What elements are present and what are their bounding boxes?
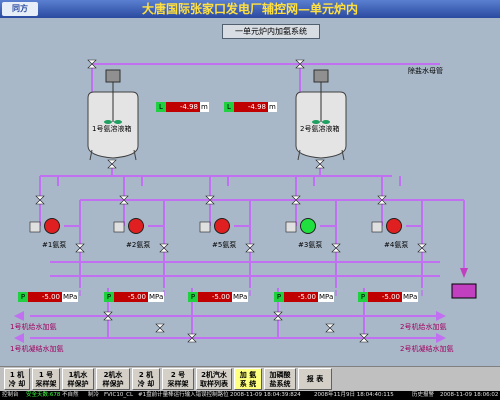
nav-label-line2: 冷 却	[137, 380, 155, 388]
nav-label-line2: 采样架	[167, 380, 189, 388]
nav-label-line1: 加磷酸	[269, 371, 291, 379]
tank-1-level: L -4.98 m	[156, 102, 209, 112]
nav-label-line1: 2 号	[170, 371, 186, 379]
status-tag: FVIC10_CL	[104, 392, 134, 398]
nav-label-line1: 1 机	[9, 371, 25, 379]
status-alarm-text: #1盘前计量棒运行输入错误控制路位	[138, 392, 229, 398]
outlet-unit2-feedwater: 2号机给水加氨	[400, 323, 447, 331]
nav-unit2-sample-protect[interactable]: 2机水 样保护	[96, 368, 130, 390]
nav-label-line1: 加 氨	[239, 371, 257, 379]
status-console: 控制台	[2, 392, 19, 398]
nav-label-line2: 采样架	[35, 380, 57, 388]
nav-label-line1: 报 表	[306, 375, 324, 383]
pressure-unit: MPa	[318, 292, 335, 302]
level-prefix: L	[156, 102, 166, 112]
pressure-4: P -5.00 MPa	[274, 292, 335, 302]
tank-1-label: 1号氨溶液箱	[92, 125, 132, 133]
nav-report[interactable]: 报 表	[298, 368, 332, 390]
nav-label-line2: 样保护	[67, 380, 89, 388]
nav-label-line2: 取样列表	[200, 380, 228, 388]
nav-unit2-sample-list[interactable]: 2机汽水 取样列表	[196, 368, 232, 390]
level-unit: m	[268, 102, 277, 112]
system-subtitle: 一单元炉内加氨系统	[222, 24, 320, 39]
pump-2-indicator[interactable]	[128, 218, 144, 234]
pump-2-label: #2氨泵	[126, 241, 151, 249]
nav-ammonia-system[interactable]: 加 氨系 统	[234, 368, 262, 390]
pressure-value: -5.00	[284, 292, 318, 302]
pump-1-label: #1氨泵	[42, 241, 67, 249]
pressure-5: P -5.00 MPa	[358, 292, 419, 302]
tank-2-level: L -4.98 m	[224, 102, 277, 112]
pressure-value: -5.00	[28, 292, 62, 302]
nav-label-line2: 冷 却	[8, 380, 26, 388]
nav-label-line1: 2机汽水	[201, 371, 227, 379]
nav-label-line1: 2机水	[103, 371, 123, 379]
pressure-1: P -5.00 MPa	[18, 292, 79, 302]
pump-3-label: #3氨泵	[298, 241, 323, 249]
pressure-unit: MPa	[62, 292, 79, 302]
pump-1-indicator[interactable]	[44, 218, 60, 234]
nav-label-line2: 样保护	[102, 380, 124, 388]
outlet-unit1-feedwater: 1号机给水加氨	[10, 323, 57, 331]
pressure-unit: MPa	[148, 292, 165, 302]
pressure-prefix: P	[104, 292, 114, 302]
tank-2-label: 2号氨溶液箱	[300, 125, 340, 133]
demin-pipe-label: 除盐水母管	[408, 67, 443, 75]
pressure-prefix: P	[18, 292, 28, 302]
status-safe-days: 安全天数:678	[26, 392, 61, 398]
status-bar: 控制台 安全天数:678 不自然 制冷 FVIC10_CL #1盘前计量棒运行输…	[0, 391, 500, 400]
status-alarm-time: 2008-11-09 18:04:39:824	[230, 392, 301, 398]
status-cooling: 制冷	[88, 392, 100, 398]
level-value: -4.98	[234, 102, 268, 112]
pressure-value: -5.00	[368, 292, 402, 302]
pressure-prefix: P	[358, 292, 368, 302]
pressure-value: -5.00	[198, 292, 232, 302]
nav-label-line1: 1机水	[68, 371, 88, 379]
nav-unit1-sampling-rack[interactable]: 1 号采样架	[32, 368, 60, 390]
nav-unit1-cooling[interactable]: 1 机冷 却	[4, 368, 30, 390]
status-datetime: 2008-11-09 18:06:02	[440, 392, 499, 398]
status-history-alarm[interactable]: 历史报警	[412, 391, 434, 400]
pump-5-label: #5氨泵	[212, 241, 237, 249]
pressure-unit: MPa	[402, 292, 419, 302]
pressure-value: -5.00	[114, 292, 148, 302]
nav-label-line1: 1 号	[38, 371, 54, 379]
pump-4-label: #4氨泵	[384, 241, 409, 249]
nav-phosphate-system[interactable]: 加磷酸 盐系统	[264, 368, 296, 390]
level-value: -4.98	[166, 102, 200, 112]
pump-4-indicator[interactable]	[386, 218, 402, 234]
pressure-2: P -5.00 MPa	[104, 292, 165, 302]
nav-unit2-cooling[interactable]: 2 机冷 却	[132, 368, 160, 390]
nav-unit1-sample-protect[interactable]: 1机水 样保护	[62, 368, 94, 390]
status-clock: 2008年11月9日 18:04:40:115	[314, 392, 394, 398]
nav-label-line2: 盐系统	[269, 380, 291, 388]
status-unnatural: 不自然	[62, 392, 79, 398]
pump-3-indicator[interactable]	[300, 218, 316, 234]
page-title: 大唐国际张家口发电厂辅控网—单元炉内	[141, 2, 358, 16]
process-diagram: #1氨泵 #2氨泵 #5氨泵 #3氨泵 #4氨泵 1号氨溶液箱 2号氨溶液箱 L…	[0, 18, 500, 366]
nav-label-line1: 2 机	[138, 371, 154, 379]
outlet-unit1-condensate: 1号机凝结水加氨	[10, 345, 64, 353]
pump-5-indicator[interactable]	[214, 218, 230, 234]
pressure-unit: MPa	[232, 292, 249, 302]
nav-unit2-sampling-rack[interactable]: 2 号采样架	[162, 368, 194, 390]
level-unit: m	[200, 102, 209, 112]
level-prefix: L	[224, 102, 234, 112]
pressure-prefix: P	[274, 292, 284, 302]
outlet-unit2-condensate: 2号机凝结水加氨	[400, 345, 454, 353]
pressure-3: P -5.00 MPa	[188, 292, 249, 302]
nav-label-line2: 系 统	[239, 380, 257, 388]
pressure-prefix: P	[188, 292, 198, 302]
